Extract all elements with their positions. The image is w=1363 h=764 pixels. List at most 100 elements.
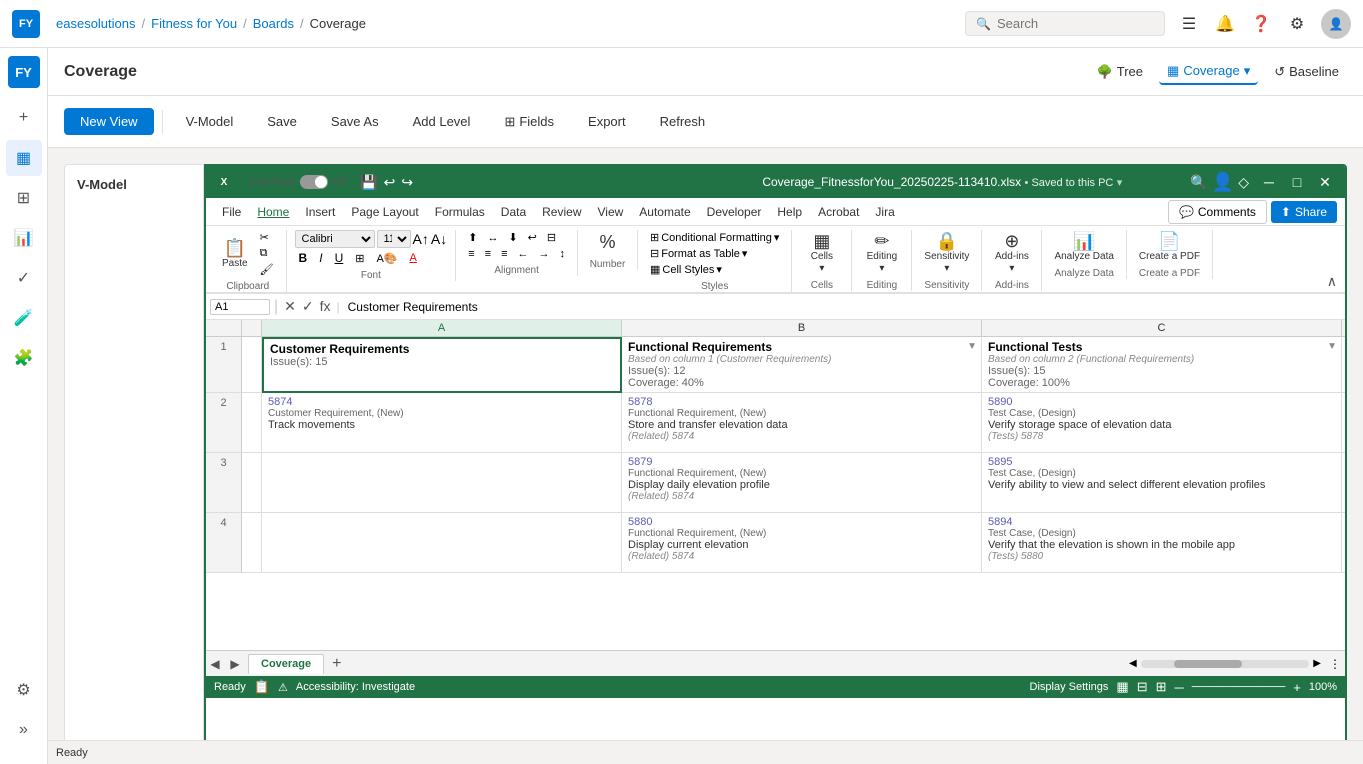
menu-view[interactable]: View [590,203,632,221]
sidebar-check-icon[interactable]: ✓ [6,260,42,296]
zoom-out-button[interactable]: ─ [1175,680,1184,695]
format-painter-button[interactable]: 🖌 [256,262,278,277]
zoom-in-button[interactable]: + [1293,680,1301,695]
cell-d1[interactable]: Accep Based Issue( Covera ▼ [1342,337,1345,393]
col-header-d[interactable]: D [1342,320,1345,337]
decrease-font-icon[interactable]: A↓ [431,231,447,247]
addins-button[interactable]: ⊕ Add-ins ▾ [991,230,1033,276]
breadcrumb-boards[interactable]: Boards [253,16,294,31]
cell-c1-dropdown[interactable]: ▼ [1327,341,1337,352]
add-level-button[interactable]: Add Level [398,107,486,136]
menu-insert[interactable]: Insert [297,203,343,221]
menu-review[interactable]: Review [534,203,589,221]
cell-c4[interactable]: 5894 Test Case, (Design) Verify that the… [982,513,1342,573]
diamond-icon[interactable]: ◇ [1238,174,1249,191]
menu-home[interactable]: Home [249,203,297,221]
format-as-table-button[interactable]: ⊟ Format as Table ▾ [646,246,783,261]
search-box[interactable]: 🔍 [965,11,1165,36]
cells-button[interactable]: ▦ Cells ▾ [806,230,838,276]
new-view-button[interactable]: New View [64,108,154,135]
font-color-button[interactable]: A [406,251,421,265]
breadcrumb-fitness[interactable]: Fitness for You [151,16,237,31]
cell-b2-id[interactable]: 5878 [628,396,975,408]
cell-c1[interactable]: Functional Tests Based on column 2 (Func… [982,337,1342,393]
analyzedata-button[interactable]: 📊 Analyze Data [1050,230,1117,264]
share-button[interactable]: ⬆ Share [1271,201,1337,223]
breadcrumb-easesolutions[interactable]: easesolutions [56,16,136,31]
accessibility-label[interactable]: ⚠ [278,681,288,694]
cell-c3-id[interactable]: 5895 [988,456,1335,468]
cancel-formula-button[interactable]: ✕ [282,298,298,315]
cell-c3[interactable]: 5895 Test Case, (Design) Verify ability … [982,453,1342,513]
cut-button[interactable]: ✂ [256,230,278,245]
save-as-button[interactable]: Save As [316,107,394,136]
number-format-button[interactable]: % [592,230,624,255]
bold-button[interactable]: B [295,250,312,266]
merge-button[interactable]: ⊟ [543,230,560,245]
sidebar-chart-icon[interactable]: 📊 [6,220,42,256]
sheet-prev-button[interactable]: ◀ [206,655,224,673]
insert-function-button[interactable]: fx [318,298,333,315]
col-header-c[interactable]: C [982,320,1342,337]
text-direction-button[interactable]: ↕ [556,247,570,261]
cell-a2-id[interactable]: 5874 [268,396,615,408]
col-header-a[interactable]: A [262,320,622,337]
bell-icon[interactable]: 🔔 [1213,12,1237,36]
sensitivity-button[interactable]: 🔒 Sensitivity ▾ [920,230,973,276]
display-settings-label[interactable]: Display Settings [1030,681,1109,693]
save-icon[interactable]: 💾 [360,174,377,191]
cell-d2[interactable]: 5886 Test C Run 5! [1342,393,1345,453]
close-button[interactable]: ✕ [1313,172,1337,192]
cell-b4-id[interactable]: 5880 [628,516,975,528]
wrap-text-button[interactable]: ↩ [524,230,541,245]
cell-styles-button[interactable]: ▦ Cell Styles ▾ [646,262,783,277]
menu-acrobat[interactable]: Acrobat [810,203,867,221]
nav-link-tree[interactable]: 🌳 Tree [1089,60,1151,84]
sidebar-home-icon[interactable]: + [6,100,42,136]
export-button[interactable]: Export [573,107,641,136]
increase-font-icon[interactable]: A↑ [413,231,429,247]
sheet-next-button[interactable]: ▶ [226,655,244,673]
search-input[interactable] [997,16,1147,31]
scroll-left-button[interactable]: ◀ [1129,658,1137,669]
col-header-b[interactable]: B [622,320,982,337]
sheet-tab-coverage[interactable]: Coverage [248,654,324,674]
italic-button[interactable]: I [315,250,326,266]
menu-pagelayout[interactable]: Page Layout [343,203,426,221]
cell-a2[interactable]: 5874 Customer Requirement, (New) Track m… [262,393,622,453]
settings-icon[interactable]: ⚙ [1285,12,1309,36]
conditional-formatting-button[interactable]: ⊞ Conditional Formatting ▾ [646,230,783,245]
sidebar-dashboard-icon[interactable]: ▦ [6,140,42,176]
cell-d4[interactable] [1342,513,1345,573]
autosave-toggle[interactable] [300,175,328,189]
createpdf-button[interactable]: 📄 Create a PDF [1135,230,1204,264]
cell-a1[interactable]: Customer Requirements Issue(s): 15 [262,337,622,393]
cell-b1-dropdown[interactable]: ▼ [967,341,977,352]
menu-automate[interactable]: Automate [631,203,698,221]
border-button[interactable]: ⊞ [351,251,368,266]
menu-help[interactable]: Help [769,203,810,221]
vmodel-tab[interactable]: V-Model [171,107,249,136]
editing-button[interactable]: ✏ Editing ▾ [863,230,902,276]
h-scrollbar[interactable]: ◀ ▶ [1125,658,1325,669]
redo-icon[interactable]: ↪ [401,174,413,191]
add-sheet-button[interactable]: + [324,655,349,673]
underline-button[interactable]: U [331,250,348,266]
sidebar-grid-icon[interactable]: ⊞ [6,180,42,216]
select-all[interactable] [242,320,262,337]
excel-search-icon[interactable]: 🔍 [1190,174,1207,191]
fields-button[interactable]: ⊞ Fields [489,107,569,137]
profile-icon[interactable]: 👤 [1212,172,1234,193]
comments-button[interactable]: 💬 Comments [1168,200,1267,224]
menu-developer[interactable]: Developer [699,203,770,221]
cell-a3[interactable] [262,453,622,513]
font-size-select[interactable]: 11 [377,230,411,248]
ribbon-collapse-button[interactable]: ∧ [1323,271,1341,291]
cell-b1[interactable]: Functional Requirements Based on column … [622,337,982,393]
align-middle-button[interactable]: ↔ [483,230,502,245]
font-name-select[interactable]: Calibri [295,230,375,248]
cell-b3[interactable]: 5879 Functional Requirement, (New) Displ… [622,453,982,513]
minimize-button[interactable]: ─ [1257,172,1281,192]
help-icon[interactable]: ❓ [1249,12,1273,36]
refresh-button[interactable]: Refresh [645,107,721,136]
